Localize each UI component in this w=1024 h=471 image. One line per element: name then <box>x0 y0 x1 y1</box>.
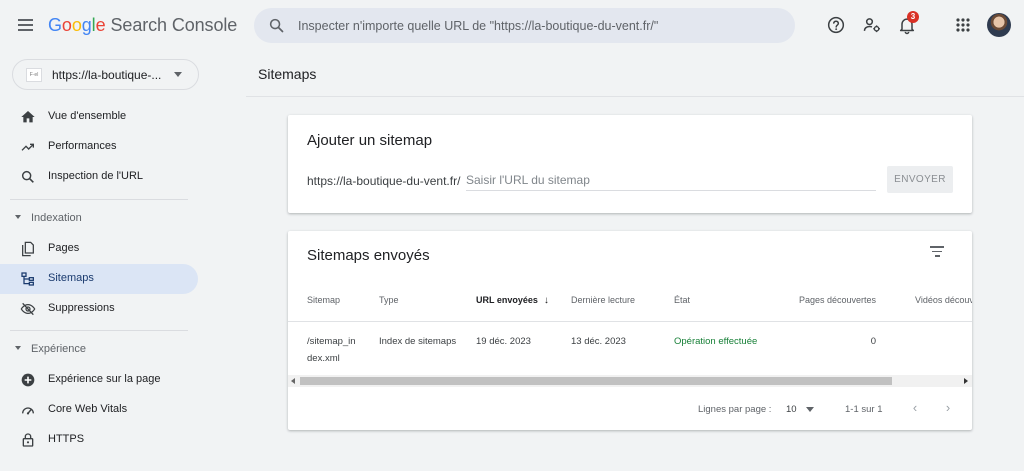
sidebar-item-label: Suppressions <box>48 302 115 314</box>
column-header-urls-submitted[interactable]: URL envoyées ↓ <box>476 295 549 306</box>
add-sitemap-card: Ajouter un sitemap https://la-boutique-d… <box>288 115 972 213</box>
sidebar-item-label: Vue d'ensemble <box>48 110 127 122</box>
section-toggle-experience[interactable]: Expérience <box>0 340 198 360</box>
sidebar-item-page-experience[interactable]: Expérience sur la page <box>0 365 198 395</box>
sidebar-item-removals[interactable]: Suppressions <box>0 294 198 324</box>
column-header-sitemap[interactable]: Sitemap <box>307 295 340 305</box>
previous-page-icon[interactable]: ‹ <box>908 401 922 417</box>
sitemap-url-input[interactable] <box>466 169 876 191</box>
filter-icon[interactable] <box>928 246 946 260</box>
card-title: Ajouter un sitemap <box>307 132 433 149</box>
lock-icon <box>22 433 34 447</box>
sitemap-path-line: /sitemap_in <box>307 336 356 347</box>
submitted-sitemaps-card: Sitemaps envoyés Sitemap Type URL envoyé… <box>288 231 972 430</box>
logo-letter: o <box>71 15 82 35</box>
product-name: Search Console <box>110 15 238 35</box>
logo-letter: e <box>95 15 106 35</box>
help-icon[interactable] <box>826 15 846 35</box>
cell-sitemap: /sitemap_in dex.xml <box>307 333 356 367</box>
add-circle-icon <box>21 373 35 387</box>
pagination-range: 1-1 sur 1 <box>845 404 883 415</box>
sidebar-item-label: Sitemaps <box>48 272 94 284</box>
sidebar-item-https[interactable]: HTTPS <box>0 425 198 455</box>
sidebar-item-overview[interactable]: Vue d'ensemble <box>0 102 198 132</box>
account-avatar[interactable] <box>987 13 1011 37</box>
sitemap-path-line: dex.xml <box>307 353 340 364</box>
property-favicon: F·el <box>26 68 42 82</box>
sidebar-divider <box>10 199 188 200</box>
cell-status: Opération effectuée <box>674 336 758 347</box>
sidebar-item-label: HTTPS <box>48 433 85 445</box>
rows-per-page-value: 10 <box>786 404 797 415</box>
product-logo[interactable]: Google Search Console <box>48 15 237 36</box>
cell-last-read: 13 déc. 2023 <box>571 336 626 347</box>
logo-letter: o <box>61 15 72 35</box>
sidebar-item-pages[interactable]: Pages <box>0 234 198 264</box>
sidebar-item-label: Inspection de l'URL <box>48 170 144 182</box>
url-inspection-search[interactable] <box>254 8 795 43</box>
sidebar-item-core-web-vitals[interactable]: Core Web Vitals <box>0 395 198 425</box>
top-app-bar: GoogleSearch Console 3 <box>0 0 1024 52</box>
cell-type: Index de sitemaps <box>379 336 457 347</box>
section-label: Indexation <box>31 212 82 224</box>
apps-grid-icon[interactable] <box>953 15 973 35</box>
arrow-down-icon: ↓ <box>543 295 549 306</box>
table-header-divider <box>288 321 972 322</box>
home-icon <box>21 111 35 123</box>
column-header-last-read[interactable]: Dernière lecture <box>571 295 635 305</box>
section-label: Expérience <box>31 343 87 355</box>
property-label: https://la-boutique-... <box>52 68 162 82</box>
sidebar-item-url-inspection[interactable]: Inspection de l'URL <box>0 162 198 192</box>
column-header-label: URL envoyées <box>476 295 538 305</box>
horizontal-scrollbar[interactable] <box>288 375 972 387</box>
speed-gauge-icon <box>22 407 34 415</box>
property-selector[interactable]: F·el https://la-boutique-... <box>12 59 199 90</box>
menu-icon[interactable] <box>18 16 36 36</box>
visibility-off-icon <box>20 302 36 316</box>
trending-up-icon <box>21 143 34 151</box>
sidebar-divider <box>10 330 188 331</box>
column-header-type[interactable]: Type <box>379 295 399 305</box>
collapse-arrow-icon <box>15 215 21 219</box>
manage-users-icon[interactable] <box>862 15 882 35</box>
logo-letter: g <box>81 15 92 35</box>
collapse-arrow-icon <box>15 346 21 350</box>
sidebar-item-sitemaps[interactable]: Sitemaps <box>0 264 198 294</box>
submit-sitemap-button[interactable]: ENVOYER <box>887 166 953 193</box>
scrollbar-thumb[interactable] <box>300 377 892 385</box>
rows-per-page-select[interactable]: 10 <box>784 400 820 418</box>
sidebar-item-performance[interactable]: Performances <box>0 132 198 162</box>
cell-pages-discovered: 0 <box>870 336 876 347</box>
sidebar-item-label: Performances <box>48 140 117 152</box>
page-title: Sitemaps <box>258 66 317 82</box>
cell-submitted-date: 19 déc. 2023 <box>476 336 531 347</box>
search-icon[interactable] <box>268 17 285 34</box>
sidebar-item-label: Core Web Vitals <box>48 403 128 415</box>
column-header-status[interactable]: État <box>674 295 690 305</box>
sitemap-url-prefix: https://la-boutique-du-vent.fr/ <box>307 174 461 188</box>
scroll-right-icon[interactable] <box>964 378 968 384</box>
search-icon <box>21 170 34 183</box>
rows-per-page-label: Lignes par page : <box>698 404 772 415</box>
sidebar-item-label: Pages <box>48 242 80 254</box>
scroll-left-icon[interactable] <box>291 378 295 384</box>
notification-count-badge: 3 <box>907 11 919 23</box>
sitemap-icon <box>21 272 34 286</box>
logo-letter: G <box>48 15 62 35</box>
title-divider <box>246 96 1024 97</box>
card-title: Sitemaps envoyés <box>307 247 430 264</box>
chevron-down-icon <box>806 407 814 412</box>
pages-icon <box>22 241 34 257</box>
sidebar: F·el https://la-boutique-... Vue d'ensem… <box>0 52 210 471</box>
next-page-icon[interactable]: › <box>941 401 955 417</box>
column-header-pages-discovered[interactable]: Pages découvertes <box>799 295 876 305</box>
url-inspection-input[interactable] <box>298 8 778 43</box>
sidebar-item-label: Expérience sur la page <box>48 373 161 385</box>
chevron-down-icon <box>174 72 182 77</box>
column-header-videos-discovered[interactable]: Vidéos découv <box>915 295 972 305</box>
section-toggle-indexation[interactable]: Indexation <box>0 209 198 229</box>
